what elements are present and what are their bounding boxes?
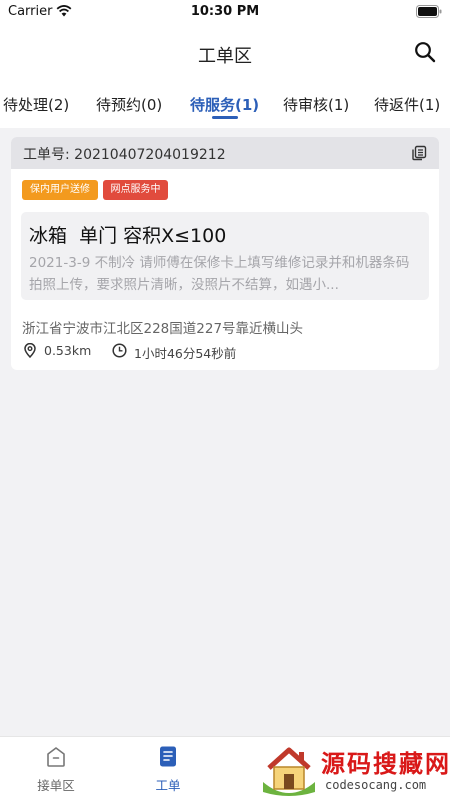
- product-title: 冰箱 单门 容积X≤100: [29, 225, 227, 247]
- order-number: 工单号: 20210407204019212: [23, 144, 226, 164]
- product-detail: 冰箱 单门 容积X≤100 2021-3-9 不制冷 请师傅在保修卡上填写维修记…: [21, 212, 429, 300]
- warranty-badge: 保内用户送修: [22, 180, 98, 200]
- tab-in-service[interactable]: 待服务(1): [190, 94, 259, 115]
- distance: 0.53km: [44, 343, 92, 358]
- copy-icon[interactable]: [411, 145, 427, 161]
- house-logo-icon: [263, 747, 315, 796]
- battery-icon: [416, 5, 442, 18]
- tab-review[interactable]: 待审核(1): [283, 94, 349, 115]
- watermark-text: 源码搜藏网: [321, 750, 450, 778]
- order-number-value: 20210407204019212: [74, 147, 226, 163]
- watermark-url: codesocang.com: [325, 778, 427, 792]
- product-description: 2021-3-9 不制冷 请师傅在保修卡上填写维修记录并和机器条码拍照上传，要求…: [29, 255, 410, 293]
- elapsed-time: 1小时46分54秒前: [134, 346, 237, 361]
- service-status-badge: 网点服务中: [103, 180, 168, 200]
- tab-pending[interactable]: 待处理(2): [3, 94, 69, 115]
- tab-return-parts[interactable]: 待返件(1): [374, 94, 440, 115]
- service-address: 浙江省宁波市江北区228国道227号靠近横山头: [22, 321, 304, 337]
- bottom-tab-orders-label: 工单: [155, 778, 181, 793]
- home-icon: [47, 747, 65, 767]
- order-number-label: 工单号:: [23, 147, 70, 163]
- watermark: 源码搜藏网 codesocang.com: [255, 738, 450, 800]
- tab-appointment[interactable]: 待预约(0): [96, 94, 162, 115]
- order-card[interactable]: 工单号: 20210407204019212 保内用户送修 网点服务中 冰箱 单…: [11, 137, 439, 370]
- clock-icon: [112, 343, 127, 358]
- status-tabs: 待处理(2) 待预约(0) 待服务(1) 待审核(1) 待返件(1): [0, 80, 450, 128]
- document-icon: [160, 746, 176, 767]
- search-icon[interactable]: [414, 41, 436, 63]
- bottom-tab-order-hall-label: 接单区: [37, 778, 75, 793]
- bottom-tab-order-hall[interactable]: 接单区: [0, 737, 112, 800]
- location-pin-icon: [24, 343, 36, 358]
- bottom-tab-orders[interactable]: 工单: [112, 737, 224, 800]
- nav-bar: 工单区: [0, 24, 450, 80]
- active-tab-indicator: [212, 116, 238, 119]
- status-time: 10:30 PM: [190, 4, 260, 19]
- order-card-header: 工单号: 20210407204019212: [11, 137, 439, 169]
- status-bar: Carrier 10:30 PM: [0, 0, 450, 24]
- page-title: 工单区: [198, 46, 252, 67]
